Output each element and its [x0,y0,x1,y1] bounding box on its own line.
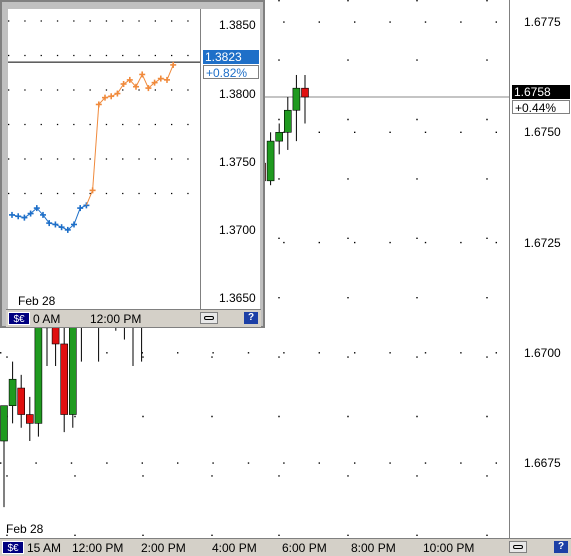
candle-body [275,131,284,142]
inset-time-tick-label: 0 AM [33,312,61,326]
inset-help-button[interactable]: ? [244,312,258,324]
main-change-percent: +0.44% [512,100,570,115]
price-tick-label: 1.6700 [524,345,561,360]
candle [283,97,292,150]
time-tick-label: 10:00 PM [423,541,475,555]
price-tick-label: 1.6775 [524,15,561,30]
main-price-axis[interactable]: 1.6775 1.6750 1.6725 1.6700 1.6675 1.6758 +0… [509,0,571,538]
inset-connector [110,93,118,97]
time-tick-label: 6:00 PM [282,541,327,555]
candle [292,74,301,142]
price-tick-label: 1.6750 [524,125,561,140]
main-symbol-button[interactable]: $€ [2,541,24,554]
inset-chart-window[interactable]: Feb 28 1.3850 1.3800 1.3750 1.3700 1.3650 1.… [0,0,265,328]
candle [25,396,34,441]
inset-connector [154,78,162,84]
inset-symbol-button[interactable]: $€ [8,312,30,325]
inset-price-axis[interactable]: 1.3850 1.3800 1.3750 1.3700 1.3650 1.3823 +0… [200,9,260,309]
candle-body [8,378,17,407]
price-tick-label: 1.6675 [524,456,561,471]
inset-bar [170,61,177,68]
candle [17,374,26,428]
inset-connector [67,224,75,231]
inset-price-tick-label: 1.3700 [219,222,256,237]
inset-price-tick-label: 1.3800 [219,86,256,101]
inset-line-chart [8,20,200,233]
candle-body [292,87,301,111]
inset-time-axis[interactable]: $€ 0 AM 12:00 PM ? [6,309,261,327]
time-tick-label: 8:00 PM [351,541,396,555]
main-time-axis[interactable]: $€ 15 AM 12:00 PM 2:00 PM 4:00 PM 6:00 PM 8:0… [0,538,571,556]
inset-connector [36,207,44,216]
inset-price-tick-label: 1.3650 [219,291,256,306]
inset-connector [55,223,62,228]
inset-connector [73,207,81,225]
inset-plot-area[interactable]: Feb 28 [8,9,200,309]
inset-connector [123,79,131,85]
inset-connector [166,64,174,81]
candle [301,74,309,124]
candle [266,132,275,186]
candle-body [0,405,8,442]
inset-connector [92,104,100,191]
candle-body [60,343,69,415]
inset-connector [141,74,149,89]
inset-connector [129,79,137,88]
inset-price-tick-label: 1.3750 [219,154,256,169]
price-tick-label: 1.6725 [524,235,561,250]
inset-last-price-flag: 1.3823 [203,50,259,64]
main-date-label: Feb 28 [6,522,44,536]
time-tick-label: 12:00 PM [72,541,124,555]
candle-body [69,321,77,415]
inset-connector [98,97,106,105]
inset-connector [18,215,25,219]
inset-connector [61,226,69,231]
inset-connector [116,83,125,94]
inset-connector [85,190,94,206]
candle-body [51,326,60,345]
inset-link-button[interactable] [200,312,218,324]
inset-connector [135,74,143,87]
inset-connector [42,214,50,224]
inset-connector [49,222,56,225]
main-help-button[interactable]: ? [554,541,568,553]
inset-connector [104,95,112,99]
inset-connector [79,204,87,209]
inset-date-label: Feb 28 [18,294,56,308]
inset-connector [30,207,38,214]
inset-connector [11,214,19,217]
inset-connector [160,78,168,81]
time-tick-label: 4:00 PM [212,541,257,555]
candle-body [17,387,26,415]
time-tick-label: 15 AM [27,541,62,555]
main-last-price-flag: 1.6758 [512,85,570,99]
inset-price-tick-label: 1.3850 [219,18,256,33]
candle-body [25,414,34,424]
inset-change-percent: +0.82% [203,65,259,80]
main-link-button[interactable] [509,541,527,553]
candle [8,361,17,424]
candle [0,405,8,508]
candle-body [301,87,309,98]
inset-connector [24,213,31,219]
time-tick-label: 2:00 PM [141,541,186,555]
candle-body [266,140,275,182]
candle-body [283,109,292,133]
candle [275,123,284,155]
inset-connector [148,82,155,89]
inset-time-tick-label: 12:00 PM [90,312,142,326]
